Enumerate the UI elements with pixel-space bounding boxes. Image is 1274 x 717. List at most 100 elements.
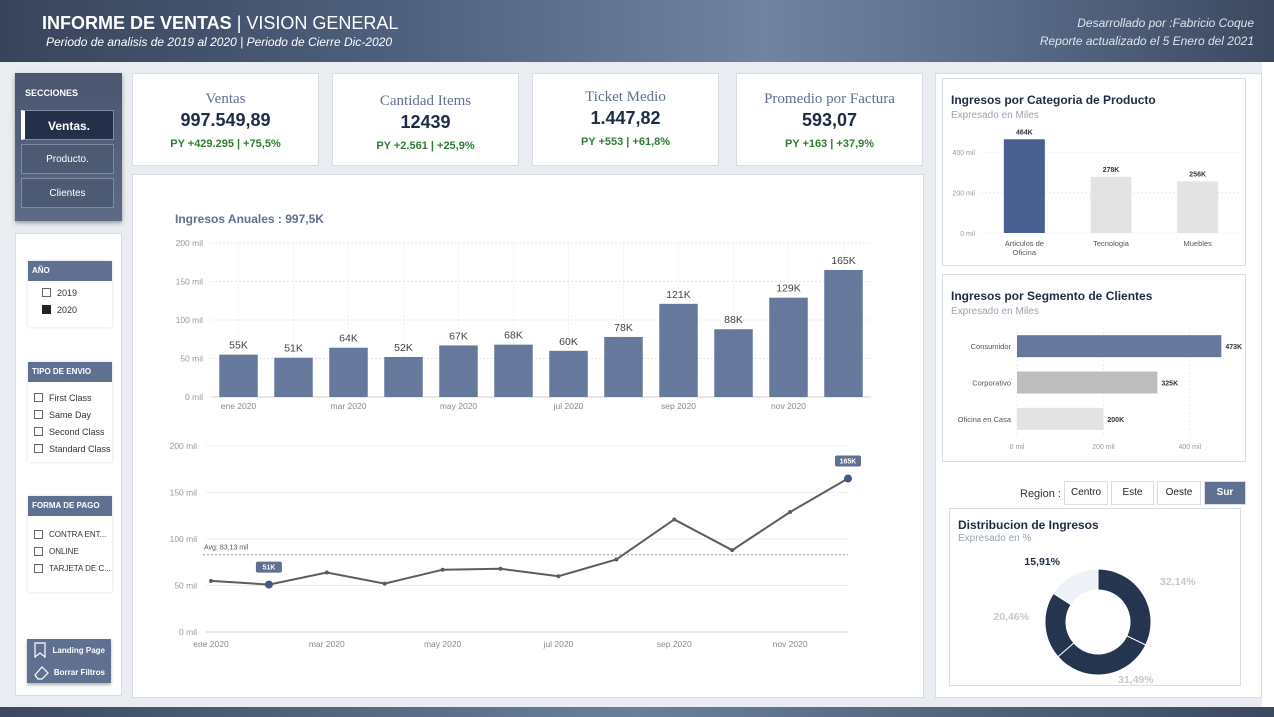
- distribution-donut-chart: 32,14% 31,49% 20,46% 15,91%: [993, 556, 1196, 686]
- donut-label: 20,46%: [993, 611, 1029, 623]
- bar-value-label: 78K: [614, 322, 633, 334]
- bar-value-label: 278K: [1103, 167, 1120, 174]
- line-point: [730, 548, 735, 553]
- bar-value-label: 55K: [229, 340, 248, 352]
- report-title: INFORME DE VENTAS | VISION GENERAL: [42, 13, 399, 33]
- donut-label: 15,91%: [1024, 556, 1060, 568]
- checkbox-icon[interactable]: [34, 410, 43, 419]
- payment-option-online[interactable]: ONLINE: [28, 543, 112, 560]
- distribution-chart-title: Distribucion de Ingresos: [958, 518, 1099, 532]
- segment-revenue-card: Ingresos por Segmento de Clientes Expres…: [942, 274, 1246, 462]
- sections-nav: SECCIONES Ventas. Producto. Clientes: [15, 73, 122, 221]
- y-tick-label: 400 mil: [952, 150, 975, 157]
- checkbox-icon[interactable]: [42, 288, 51, 297]
- line-point: [556, 574, 561, 579]
- kpi-value: 593,07: [801, 110, 858, 130]
- bar: [329, 347, 368, 397]
- kpi-value: 12439: [400, 112, 451, 132]
- monthly-revenue-bar-chart: 0 mil 50 mil 100 mil 150 mil 200 mil 55K 51K 64…: [176, 238, 871, 411]
- kpi-title: Cantidad Items: [379, 93, 472, 109]
- bar: [824, 269, 863, 397]
- shipping-option-same-day[interactable]: Same Day: [28, 406, 112, 423]
- checkbox-icon[interactable]: [34, 393, 43, 402]
- y-tick-label: 200 mil: [170, 441, 198, 451]
- checkbox-icon[interactable]: [34, 444, 43, 453]
- bar-value-label: 256K: [1189, 171, 1206, 178]
- y-tick-label: 0 mil: [185, 392, 203, 402]
- shipping-option-first-class[interactable]: First Class: [28, 389, 112, 406]
- kpi-prior-year: PY +2.561 | +25,9%: [376, 140, 475, 152]
- bar-value-label: 121K: [666, 289, 691, 301]
- region-sur-button[interactable]: Sur: [1204, 481, 1246, 505]
- y-tick-label: 200 mil: [176, 238, 204, 248]
- header-bar: INFORME DE VENTAS | VISION GENERAL Perio…: [0, 0, 1274, 62]
- bar-value-label: 129K: [776, 283, 801, 295]
- payment-option-contra-entrega[interactable]: CONTRA ENT...: [28, 526, 112, 543]
- checkbox-icon[interactable]: [34, 530, 43, 539]
- shipping-option-standard-class[interactable]: Standard Class: [28, 440, 112, 457]
- y-tick-label: 50 mil: [174, 581, 197, 591]
- checkbox-icon[interactable]: [34, 427, 43, 436]
- year-option-2019[interactable]: 2019: [28, 284, 112, 301]
- category-bar: [1003, 139, 1045, 233]
- landing-page-button[interactable]: Landing Page: [27, 639, 111, 661]
- section-ventas-button[interactable]: Ventas.: [21, 110, 114, 140]
- clear-filters-button[interactable]: Borrar Filtros: [27, 661, 111, 683]
- x-tick-label: sep 2020: [657, 639, 692, 649]
- y-tick-label: Consumidor: [971, 342, 1012, 351]
- kpi-title: Promedio por Factura: [764, 91, 895, 107]
- distribution-chart-subtitle: Expresado en %: [958, 533, 1032, 544]
- section-producto-button[interactable]: Producto.: [21, 144, 114, 174]
- bar-value-label: 200K: [1107, 417, 1124, 424]
- payment-option-tarjeta[interactable]: TARJETA DE C...: [28, 560, 112, 577]
- bar: [714, 329, 753, 397]
- x-tick-label: 200 mil: [1092, 444, 1115, 451]
- category-bar-chart: 0 mil 200 mil 400 mil 464K Articulos deOfici…: [952, 129, 1241, 257]
- bar-value-label: 52K: [394, 342, 413, 354]
- kpi-value: 997.549,89: [180, 110, 271, 130]
- bar-value-label: 60K: [559, 336, 578, 348]
- x-tick-label: jul 2020: [543, 639, 574, 649]
- bar: [604, 336, 643, 397]
- highlight-point: [844, 474, 852, 483]
- checkbox-icon[interactable]: [34, 547, 43, 556]
- y-tick-label: 100 mil: [170, 534, 198, 544]
- payment-filter: FORMA DE PAGO CONTRA ENT... ONLINE TARJE…: [28, 496, 112, 592]
- segment-bar: [1017, 335, 1222, 358]
- year-filter-title: AÑO: [28, 261, 112, 281]
- bookmark-icon: [34, 642, 46, 658]
- shipping-option-second-class[interactable]: Second Class: [28, 423, 112, 440]
- x-tick-label: Muebles: [1183, 239, 1212, 248]
- average-label: Avg: 83,13 mil: [204, 545, 249, 552]
- region-oeste-button[interactable]: Oeste: [1157, 481, 1201, 505]
- category-chart-title: Ingresos por Categoria de Producto: [951, 93, 1156, 107]
- segment-chart-title: Ingresos por Segmento de Clientes: [951, 289, 1153, 303]
- kpi-title: Ticket Medio: [585, 89, 666, 105]
- x-tick-label: may 2020: [424, 639, 462, 649]
- region-este-button[interactable]: Este: [1111, 481, 1154, 505]
- segment-chart-subtitle: Expresado en Miles: [951, 306, 1039, 317]
- revenue-line: [210, 477, 849, 586]
- bottom-bar: [0, 707, 1274, 717]
- checkbox-checked-icon[interactable]: [42, 305, 51, 314]
- bar: [274, 357, 313, 397]
- bar: [549, 350, 588, 397]
- bar-value-label: 68K: [504, 330, 523, 342]
- category-revenue-card: Ingresos por Categoria de Producto Expre…: [942, 78, 1246, 266]
- year-option-2020[interactable]: 2020: [28, 301, 112, 318]
- segment-bar: [1017, 371, 1158, 394]
- y-tick-label: 100 mil: [176, 315, 204, 325]
- section-clientes-button[interactable]: Clientes: [21, 178, 114, 208]
- annual-revenue-title: Ingresos Anuales : 997,5K: [175, 212, 324, 226]
- x-tick-label: nov 2020: [773, 639, 808, 649]
- category-bar: [1090, 176, 1132, 233]
- checkbox-icon[interactable]: [34, 564, 43, 573]
- shipping-filter: TIPO DE ENVIO First Class Same Day Secon…: [28, 362, 112, 462]
- bar: [384, 356, 423, 397]
- donut-label: 31,49%: [1118, 674, 1154, 686]
- region-centro-button[interactable]: Centro: [1064, 481, 1108, 505]
- x-tick-label: Tecnologia: [1093, 239, 1130, 248]
- right-edge: [1262, 62, 1274, 707]
- bar-value-label: 88K: [724, 314, 743, 326]
- kpi-ventas: Ventas 997.549,89 PY +429.295 | +75,5%: [132, 73, 319, 166]
